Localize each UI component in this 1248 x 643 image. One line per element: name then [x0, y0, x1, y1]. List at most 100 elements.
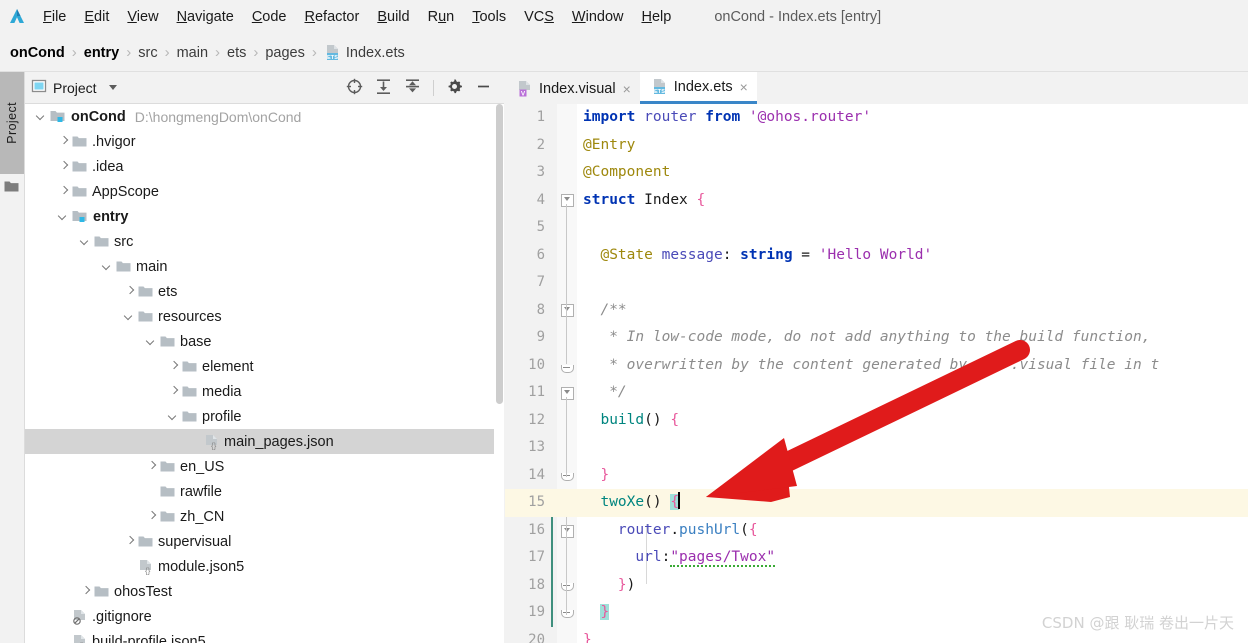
- scrollbar-thumb[interactable]: [496, 104, 503, 404]
- code-line-2[interactable]: 2 @Entry: [505, 132, 1248, 160]
- breadcrumb-item-src[interactable]: src: [138, 45, 157, 61]
- menu-run[interactable]: Run: [419, 0, 464, 34]
- collapse-all-icon[interactable]: [404, 78, 421, 98]
- code-line-1[interactable]: 1 import router from '@ohos.router': [505, 104, 1248, 132]
- code-line-12[interactable]: 12 build() {: [505, 407, 1248, 435]
- menu-vcs[interactable]: VCS: [515, 0, 563, 34]
- chevron-right-icon[interactable]: [59, 162, 68, 171]
- chevron-down-icon[interactable]: [125, 312, 134, 321]
- menu-help[interactable]: Help: [632, 0, 680, 34]
- menu-view[interactable]: View: [118, 0, 167, 34]
- tree-row-label: supervisual: [158, 533, 232, 550]
- chevron-right-icon[interactable]: [59, 137, 68, 146]
- tree-row-label: entry: [93, 208, 129, 225]
- tree-row-build-profile.json5[interactable]: {} build-profile.json5: [25, 629, 504, 643]
- chevron-down-icon[interactable]: [147, 337, 156, 346]
- tree-row-supervisual[interactable]: supervisual: [25, 529, 504, 554]
- code-line-13[interactable]: 13: [505, 434, 1248, 462]
- breadcrumb-item-onCond[interactable]: onCond: [10, 45, 65, 61]
- breadcrumb-item-ets[interactable]: ets: [227, 45, 246, 61]
- tree-row-zh_CN[interactable]: zh_CN: [25, 504, 504, 529]
- tree-row-entry[interactable]: entry: [25, 204, 504, 229]
- chevron-down-icon[interactable]: [37, 112, 46, 121]
- code-line-11[interactable]: 11 */: [505, 379, 1248, 407]
- chevron-down-icon[interactable]: [103, 262, 112, 271]
- code-line-15[interactable]: 15 twoXe() {: [505, 489, 1248, 517]
- code-line-9[interactable]: 9 * In low-code mode, do not add anythin…: [505, 324, 1248, 352]
- tree-row-element[interactable]: element: [25, 354, 504, 379]
- project-tree-scrollbar[interactable]: [494, 104, 504, 643]
- tree-row-en_US[interactable]: en_US: [25, 454, 504, 479]
- hide-panel-icon[interactable]: [475, 78, 492, 98]
- tree-row-rawfile[interactable]: rawfile: [25, 479, 504, 504]
- code-line-17[interactable]: 17 url:"pages/Twox": [505, 544, 1248, 572]
- tree-row-base[interactable]: base: [25, 329, 504, 354]
- menu-window[interactable]: Window: [563, 0, 633, 34]
- tree-row-module.json5[interactable]: {} module.json5: [25, 554, 504, 579]
- code-line-10[interactable]: 10 * overwritten by the content generate…: [505, 352, 1248, 380]
- tree-row-path: D:\hongmengDom\onCond: [134, 108, 302, 125]
- expand-all-icon[interactable]: [375, 78, 392, 98]
- folder-icon: [160, 460, 175, 473]
- tree-row-.hvigor[interactable]: .hvigor: [25, 129, 504, 154]
- menu-file[interactable]: File: [34, 0, 75, 34]
- tree-row-AppScope[interactable]: AppScope: [25, 179, 504, 204]
- tree-row-ets[interactable]: ets: [25, 279, 504, 304]
- svg-text:V: V: [521, 91, 526, 97]
- editor-tab-Index-ets[interactable]: ETS Index.ets ×: [639, 72, 757, 104]
- chevron-right-icon[interactable]: [125, 287, 134, 296]
- breadcrumb-item-entry[interactable]: entry: [84, 45, 119, 61]
- chevron-right-icon[interactable]: [169, 387, 178, 396]
- chevron-right-icon[interactable]: [81, 587, 90, 596]
- tree-row-main_pages.json[interactable]: {} main_pages.json: [25, 429, 504, 454]
- chevron-down-icon[interactable]: [169, 412, 178, 421]
- code-line-3[interactable]: 3 @Component: [505, 159, 1248, 187]
- code-line-text: }): [617, 576, 636, 593]
- menu-refactor[interactable]: Refactor: [296, 0, 369, 34]
- code-line-4[interactable]: 4 struct Index {: [505, 187, 1248, 215]
- tree-row-main[interactable]: main: [25, 254, 504, 279]
- menu-navigate[interactable]: Navigate: [168, 0, 243, 34]
- chevron-down-icon[interactable]: [81, 237, 90, 246]
- select-opened-file-icon[interactable]: [346, 78, 363, 98]
- breadcrumb-item-pages[interactable]: pages: [265, 45, 305, 61]
- tree-row-profile[interactable]: profile: [25, 404, 504, 429]
- chevron-right-icon[interactable]: [169, 362, 178, 371]
- code-line-6[interactable]: 6 @State message: string = 'Hello World': [505, 242, 1248, 270]
- code-line-8[interactable]: 8 /**: [505, 297, 1248, 325]
- menu-code[interactable]: Code: [243, 0, 296, 34]
- code-line-text: url:"pages/Twox": [635, 549, 776, 567]
- chevron-right-icon[interactable]: [147, 462, 156, 471]
- close-icon[interactable]: ×: [623, 82, 631, 96]
- code-line-16[interactable]: 16 router.pushUrl({: [505, 517, 1248, 545]
- tree-row-.gitignore[interactable]: .gitignore: [25, 604, 504, 629]
- chevron-right-icon[interactable]: [147, 512, 156, 521]
- breadcrumb-item-main[interactable]: main: [177, 45, 208, 61]
- tree-row-resources[interactable]: resources: [25, 304, 504, 329]
- code-line-7[interactable]: 7: [505, 269, 1248, 297]
- chevron-down-icon[interactable]: [59, 212, 68, 221]
- project-tree[interactable]: onCond D:\hongmengDom\onCond .hvigor .idea A…: [25, 104, 504, 643]
- chevron-right-icon[interactable]: [59, 187, 68, 196]
- tree-row-ohosTest[interactable]: ohosTest: [25, 579, 504, 604]
- breadcrumb-item-index-ets[interactable]: Index.ets: [346, 45, 405, 61]
- menu-tools[interactable]: Tools: [463, 0, 515, 34]
- menu-build[interactable]: Build: [368, 0, 418, 34]
- code-editor[interactable]: 1 import router from '@ohos.router' 2 @Entr…: [505, 104, 1248, 643]
- code-line-18[interactable]: 18 }): [505, 572, 1248, 600]
- chevron-down-icon[interactable]: [108, 85, 117, 90]
- line-number: 2: [536, 136, 545, 153]
- chevron-right-icon[interactable]: [125, 537, 134, 546]
- close-icon[interactable]: ×: [740, 80, 748, 94]
- tree-row-onCond[interactable]: onCond D:\hongmengDom\onCond: [25, 104, 504, 129]
- code-line-5[interactable]: 5: [505, 214, 1248, 242]
- editor-tab-Index-visual[interactable]: V Index.visual ×: [505, 73, 640, 104]
- tool-window-tab-project[interactable]: Project: [0, 72, 24, 174]
- tree-row-src[interactable]: src: [25, 229, 504, 254]
- menu-edit[interactable]: Edit: [75, 0, 118, 34]
- gear-icon[interactable]: [446, 78, 463, 98]
- tree-row-.idea[interactable]: .idea: [25, 154, 504, 179]
- code-line-14[interactable]: 14 }: [505, 462, 1248, 490]
- tree-row-media[interactable]: media: [25, 379, 504, 404]
